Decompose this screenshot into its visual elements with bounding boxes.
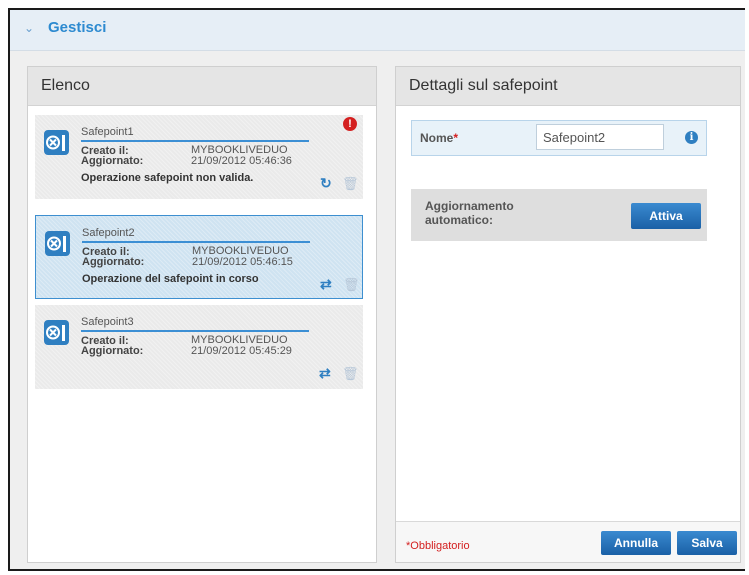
created-value: MYBOOKLIVEDUO [191,334,288,346]
name-label: Nome* [420,131,459,145]
name-input[interactable] [536,124,664,150]
name-underline [81,140,309,142]
trash-icon[interactable]: 🗑 [342,366,359,382]
updated-value: 21/09/2012 05:45:29 [191,345,292,357]
updated-label: Aggiornato: [82,256,145,268]
auto-update-row: Aggiornamento automatico: Attiva [411,189,707,241]
created-value: MYBOOKLIVEDUO [192,245,289,257]
sync-icon[interactable]: ⇄ [319,365,331,382]
safepoint-status: Operazione safepoint non valida. [81,172,254,184]
updated-value: 21/09/2012 05:46:15 [192,256,293,268]
name-underline [82,241,310,243]
info-icon[interactable]: i [685,131,698,144]
required-note: *Obbligatorio [406,540,470,552]
section-title: Gestisci [48,19,107,36]
safepoint-icon [44,130,69,155]
safepoint-item-2[interactable]: Safepoint2 Creato il: Aggiornato: MYBOOK… [35,215,363,299]
auto-update-label: Aggiornamento automatico: [425,199,514,227]
save-button[interactable]: Salva [677,531,737,555]
list-panel-title: Elenco [41,77,90,94]
safepoint-name: Safepoint2 [82,227,135,239]
required-asterisk: * [453,131,459,145]
chevron-down-icon[interactable]: ⌄ [24,21,34,35]
name-field-row: Nome* i [411,120,707,156]
details-panel-title: Dettagli sul safepoint [409,77,558,94]
safepoint-name: Safepoint3 [81,316,134,328]
cancel-button[interactable]: Annulla [601,531,671,555]
activate-button[interactable]: Attiva [631,203,701,229]
safepoint-details-panel: Dettagli sul safepoint Nome* i Aggiornam… [395,66,741,563]
safepoint-item-1[interactable]: Safepoint1 Creato il: Aggiornato: MYBOOK… [35,115,363,199]
trash-icon[interactable]: 🗑 [343,277,360,293]
updated-label: Aggiornato: [81,345,144,357]
app-frame: ⌄ Gestisci Elenco Safepoint1 Creato il: … [8,8,745,571]
safepoint-icon [44,320,69,345]
retry-icon[interactable]: ↻ [320,175,332,192]
updated-value: 21/09/2012 05:46:36 [191,155,292,167]
error-icon: ! [343,117,357,131]
trash-icon[interactable]: 🗑 [342,176,359,192]
created-value: MYBOOKLIVEDUO [191,144,288,156]
safepoint-status: Operazione del safepoint in corso [82,273,259,285]
manage-section-header[interactable]: ⌄ Gestisci [10,10,745,51]
safepoint-name: Safepoint1 [81,126,134,138]
safepoint-icon [45,231,70,256]
safepoint-list-panel: Elenco Safepoint1 Creato il: Aggiornato:… [27,66,377,563]
updated-label: Aggiornato: [81,155,144,167]
list-panel-header: Elenco [28,67,376,106]
safepoint-item-3[interactable]: Safepoint3 Creato il: Aggiornato: MYBOOK… [35,305,363,389]
details-footer: *Obbligatorio Annulla Salva [396,521,740,562]
sync-icon[interactable]: ⇄ [320,276,332,293]
details-panel-header: Dettagli sul safepoint [396,67,740,106]
name-underline [81,330,309,332]
